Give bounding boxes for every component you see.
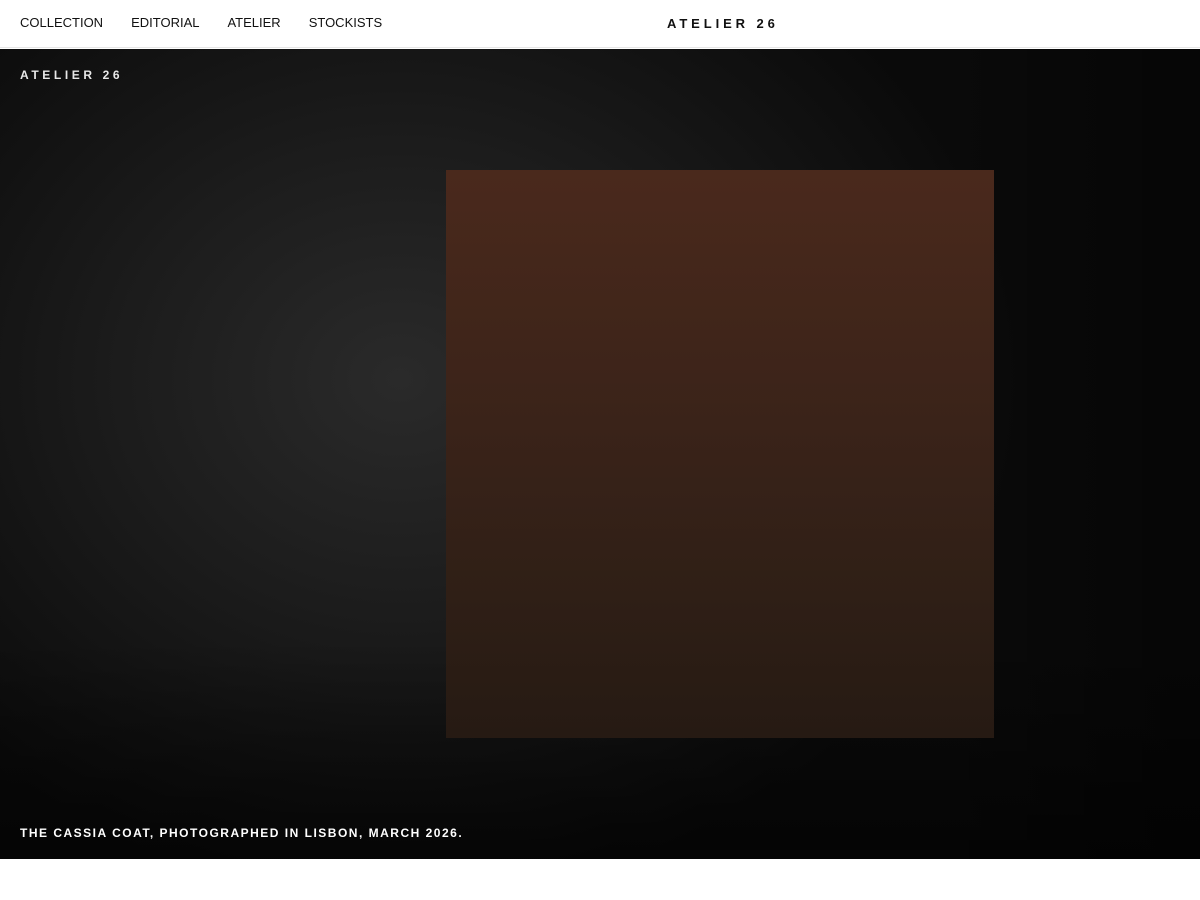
main-nav: COLLECTION EDITORIAL ATELIER STOCKISTS bbox=[20, 15, 382, 31]
hero-caption: THE CASSIA COAT, PHOTOGRAPHED IN LISBON,… bbox=[20, 826, 464, 840]
nav-link-stockists[interactable]: STOCKISTS bbox=[309, 15, 382, 31]
nav-item-collection: COLLECTION bbox=[20, 15, 103, 31]
nav-item-stockists: STOCKISTS bbox=[309, 15, 382, 31]
nav-link-editorial[interactable]: EDITORIAL bbox=[131, 15, 199, 31]
product-photo bbox=[446, 170, 994, 738]
nav-link-atelier[interactable]: ATELIER bbox=[227, 15, 280, 31]
hero-brand-label: ATELIER 26 bbox=[20, 68, 124, 82]
brand-logo-link[interactable]: ATELIER 26 bbox=[667, 16, 779, 32]
nav-item-editorial: EDITORIAL bbox=[131, 15, 199, 31]
nav-item-atelier: ATELIER bbox=[227, 15, 280, 31]
nav-link-collection[interactable]: COLLECTION bbox=[20, 15, 103, 31]
site-header: COLLECTION EDITORIAL ATELIER STOCKISTS A… bbox=[0, 0, 1200, 48]
hero-section: ATELIER 26 THE CASSIA COAT, PHOTOGRAPHED… bbox=[0, 49, 1200, 859]
